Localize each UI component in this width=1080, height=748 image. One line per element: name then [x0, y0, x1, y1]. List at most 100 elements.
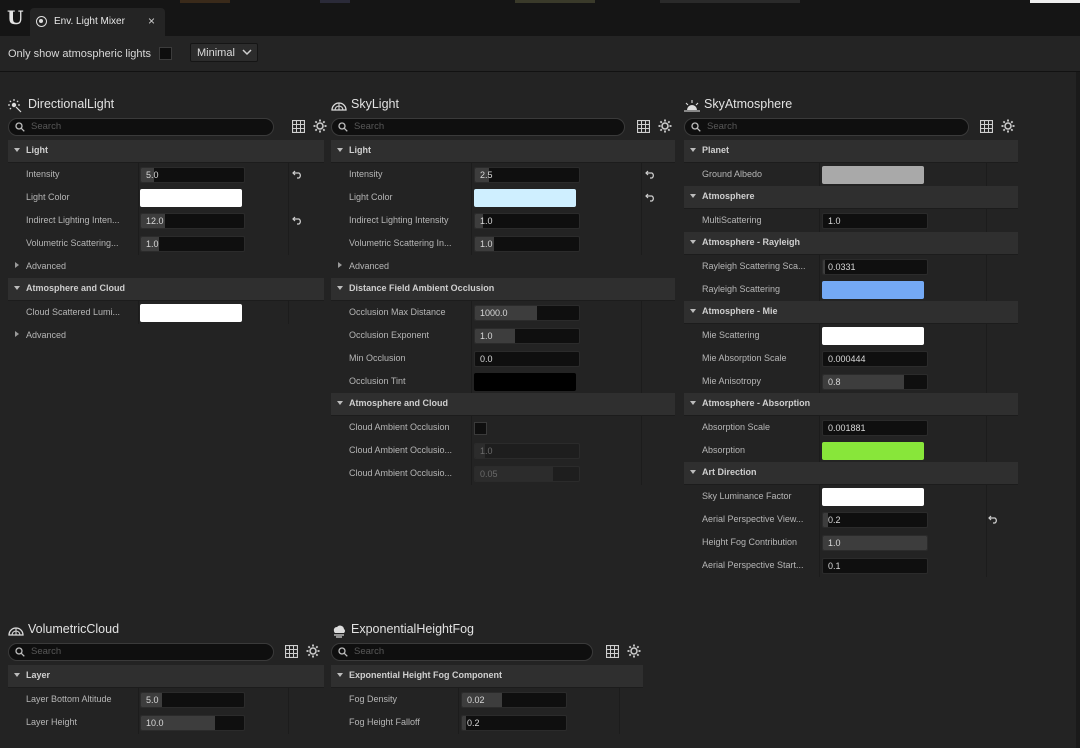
column-divider: [471, 186, 472, 209]
column-divider: [288, 163, 289, 186]
numeric-field[interactable]: 0.0331: [822, 259, 928, 275]
view-mode-dropdown[interactable]: Minimal: [190, 43, 258, 62]
color-swatch[interactable]: [140, 189, 242, 207]
numeric-field[interactable]: 0.8: [822, 374, 928, 390]
column-divider: [288, 301, 289, 324]
search-input[interactable]: Search: [8, 643, 274, 661]
color-swatch[interactable]: [474, 373, 576, 391]
numeric-field[interactable]: 12.0: [140, 213, 245, 229]
numeric-field[interactable]: 10.0: [140, 715, 245, 731]
atmospheric-filter-checkbox[interactable]: [159, 47, 172, 60]
category-header[interactable]: Layer: [8, 665, 324, 688]
numeric-field[interactable]: 1.0: [474, 213, 580, 229]
table-view-icon[interactable]: [636, 119, 651, 134]
table-view-icon[interactable]: [605, 644, 620, 659]
column-divider: [641, 416, 642, 439]
property-checkbox[interactable]: [474, 422, 487, 435]
column-divider: [986, 347, 987, 370]
search-input[interactable]: Search: [331, 643, 593, 661]
property-list: Planet Ground Albedo Atmosphere MultiScatte…: [684, 140, 1018, 577]
property-label: Indirect Lighting Intensity: [349, 215, 449, 225]
property-row: Ground Albedo: [684, 163, 1018, 186]
gear-icon[interactable]: [306, 644, 320, 658]
numeric-field[interactable]: 0.02: [461, 692, 567, 708]
search-icon: [15, 122, 25, 132]
category-header[interactable]: Atmosphere and Cloud: [331, 393, 675, 416]
numeric-field[interactable]: 0.1: [822, 558, 928, 574]
advanced-toggle[interactable]: Advanced: [8, 324, 324, 347]
category-header[interactable]: Exponential Height Fog Component: [331, 665, 643, 688]
numeric-field[interactable]: 5.0: [140, 167, 245, 183]
reset-to-default-icon[interactable]: [292, 215, 303, 225]
property-row: Cloud Ambient Occlusio... 1.0: [331, 439, 675, 462]
numeric-field[interactable]: 1.0: [822, 535, 928, 551]
category-header[interactable]: Atmosphere - Mie: [684, 301, 1018, 324]
category-header[interactable]: Atmosphere - Absorption: [684, 393, 1018, 416]
reset-to-default-icon[interactable]: [292, 169, 303, 179]
tab-env-light-mixer[interactable]: Env. Light Mixer ×: [30, 8, 165, 36]
search-input[interactable]: Search: [684, 118, 969, 136]
table-view-icon[interactable]: [291, 119, 306, 134]
color-swatch[interactable]: [140, 304, 242, 322]
reset-to-default-icon[interactable]: [645, 192, 656, 202]
numeric-field[interactable]: 5.0: [140, 692, 245, 708]
color-swatch[interactable]: [822, 281, 924, 299]
field-value: 5.0: [146, 695, 159, 705]
property-label: Cloud Ambient Occlusio...: [349, 468, 453, 478]
chevron-right-icon: [336, 261, 344, 271]
numeric-field[interactable]: 1.0: [474, 328, 580, 344]
column-divider: [288, 209, 289, 232]
category-header[interactable]: Atmosphere: [684, 186, 1018, 209]
column-divider: [138, 688, 139, 711]
property-label: Mie Anisotropy: [702, 376, 762, 386]
category-header[interactable]: Planet: [684, 140, 1018, 163]
table-view-icon[interactable]: [979, 119, 994, 134]
reset-to-default-icon[interactable]: [988, 514, 999, 524]
advanced-toggle[interactable]: Advanced: [8, 255, 324, 278]
column-divider: [986, 485, 987, 508]
category-label: Atmosphere - Absorption: [702, 398, 811, 408]
numeric-field[interactable]: 1.0: [140, 236, 245, 252]
numeric-field[interactable]: 0.2: [822, 512, 928, 528]
field-value: 1.0: [480, 331, 493, 341]
category-label: Distance Field Ambient Occlusion: [349, 283, 495, 293]
numeric-field[interactable]: 1.0: [822, 213, 928, 229]
numeric-field[interactable]: 0.0: [474, 351, 580, 367]
category-header[interactable]: Light: [8, 140, 324, 163]
numeric-field[interactable]: 0.2: [461, 715, 567, 731]
category-header[interactable]: Light: [331, 140, 675, 163]
numeric-field[interactable]: 1000.0: [474, 305, 580, 321]
column-divider: [986, 278, 987, 301]
numeric-field[interactable]: 0.001881: [822, 420, 928, 436]
property-row: Cloud Ambient Occlusio... 0.05: [331, 462, 675, 485]
color-swatch[interactable]: [474, 189, 576, 207]
table-view-icon[interactable]: [284, 644, 299, 659]
gear-icon[interactable]: [313, 119, 327, 133]
numeric-field[interactable]: 2.5: [474, 167, 580, 183]
color-swatch[interactable]: [822, 327, 924, 345]
gear-icon[interactable]: [1001, 119, 1015, 133]
color-swatch[interactable]: [822, 488, 924, 506]
color-swatch[interactable]: [822, 166, 924, 184]
field-value: 1.0: [146, 239, 159, 249]
close-icon[interactable]: ×: [148, 14, 155, 28]
category-header[interactable]: Art Direction: [684, 462, 1018, 485]
search-input[interactable]: Search: [331, 118, 625, 136]
column-divider: [986, 255, 987, 278]
column-divider: [471, 209, 472, 232]
gear-icon[interactable]: [627, 644, 641, 658]
advanced-toggle[interactable]: Advanced: [331, 255, 675, 278]
gear-icon[interactable]: [658, 119, 672, 133]
category-header[interactable]: Atmosphere and Cloud: [8, 278, 324, 301]
property-label: Absorption: [702, 445, 746, 455]
numeric-field[interactable]: 1.0: [474, 236, 580, 252]
category-header[interactable]: Distance Field Ambient Occlusion: [331, 278, 675, 301]
color-swatch[interactable]: [822, 442, 924, 460]
numeric-field[interactable]: 0.000444: [822, 351, 928, 367]
field-value: 2.5: [480, 170, 493, 180]
category-header[interactable]: Atmosphere - Rayleigh: [684, 232, 1018, 255]
field-value: 1.0: [480, 239, 493, 249]
search-input[interactable]: Search: [8, 118, 274, 136]
column-divider: [819, 347, 820, 370]
reset-to-default-icon[interactable]: [645, 169, 656, 179]
